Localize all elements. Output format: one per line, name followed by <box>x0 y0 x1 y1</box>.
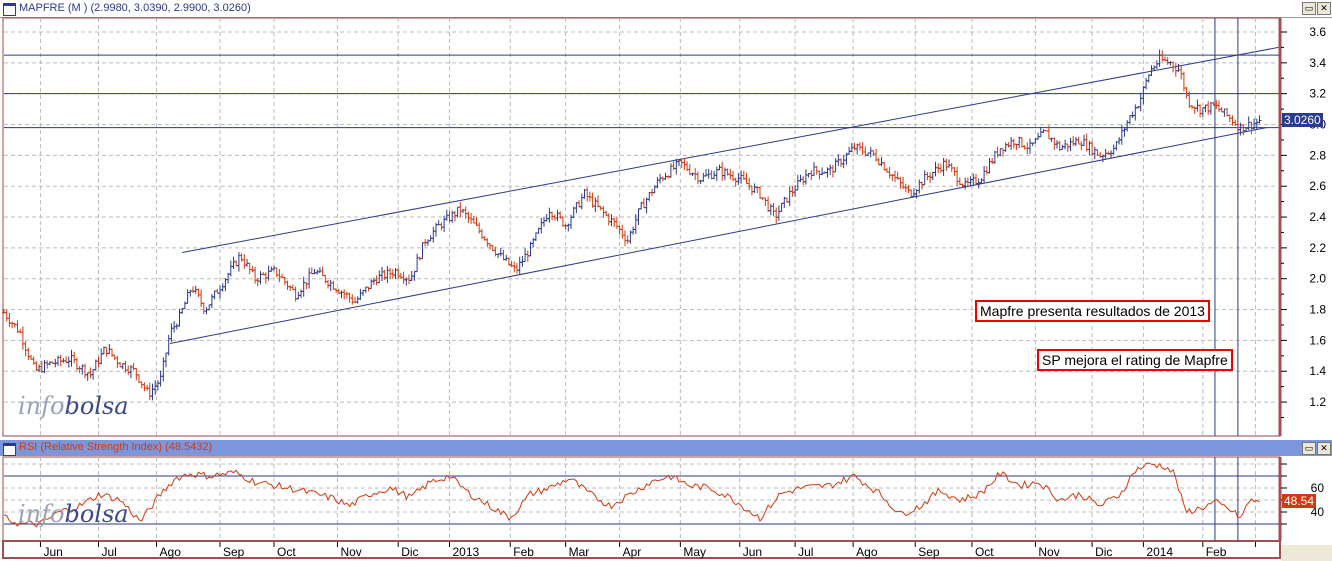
time-tick-label: Jul <box>798 545 813 559</box>
price-tick-label: 1.4 <box>1309 364 1326 378</box>
price-tick-label: 2.4 <box>1309 210 1326 224</box>
time-tick-label: May <box>683 545 706 559</box>
time-axis <box>2 540 1281 559</box>
rsi-plot-frame <box>2 456 1281 542</box>
rsi-tick-label: 60 <box>1311 481 1325 495</box>
price-tick-label: 2.0 <box>1309 272 1326 286</box>
time-tick-label: Mar <box>569 545 590 559</box>
infobolsa-watermark: infobolsa <box>18 392 129 420</box>
main-plot-frame <box>2 17 1281 437</box>
annotation-results: Mapfre presenta resultados de 2013 <box>975 300 1210 322</box>
annotation-rating: SP mejora el rating de Mapfre <box>1037 349 1233 371</box>
rsi-last-value-label: 48.54 <box>1282 494 1317 508</box>
price-tick-label: 1.8 <box>1309 303 1326 317</box>
time-tick-label: 2013 <box>453 545 480 559</box>
time-tick-label: Oct <box>975 545 994 559</box>
price-chart: Jun Jul Ago Sep Oct Nov Dic 2013 Feb Mar Apr May Jun… <box>2 17 1326 559</box>
price-tick-label: 2.2 <box>1309 241 1326 255</box>
time-tick-label: Nov <box>1038 545 1059 559</box>
price-tick-label: 2.6 <box>1309 179 1326 193</box>
chart-window: MAPFRE (M ) (2.9980, 3.0390, 2.9900, 3.0… <box>0 0 1332 561</box>
price-tick-label: 1.2 <box>1309 395 1326 409</box>
time-tick-label: Dic <box>401 545 418 559</box>
time-tick-label: Jul <box>102 545 117 559</box>
price-tick-label: 3.4 <box>1309 56 1326 70</box>
time-tick-label: Oct <box>277 545 296 559</box>
time-tick-label: Jun <box>743 545 762 559</box>
time-tick-label: Sep <box>918 545 940 559</box>
time-tick-label: Feb <box>513 545 534 559</box>
price-tick-label: 1.6 <box>1309 333 1326 347</box>
last-price-label: 3.0260 <box>1282 113 1323 127</box>
time-tick-label: Ago <box>856 545 878 559</box>
price-tick-label: 2.8 <box>1309 148 1326 162</box>
price-tick-label: 3.6 <box>1309 25 1326 39</box>
time-tick-label: Nov <box>340 545 361 559</box>
time-tick-label: Apr <box>623 545 642 559</box>
time-tick-label: 2014 <box>1146 545 1173 559</box>
time-tick-label: Sep <box>223 545 245 559</box>
time-tick-label: Jun <box>43 545 62 559</box>
price-tick-label: 3.2 <box>1309 87 1326 101</box>
rsi-line <box>3 462 1260 528</box>
time-tick-label: Ago <box>160 545 182 559</box>
infobolsa-watermark-rsi: infobolsa <box>18 500 129 528</box>
time-tick-label: Feb <box>1206 545 1227 559</box>
time-tick-label: Dic <box>1095 545 1112 559</box>
